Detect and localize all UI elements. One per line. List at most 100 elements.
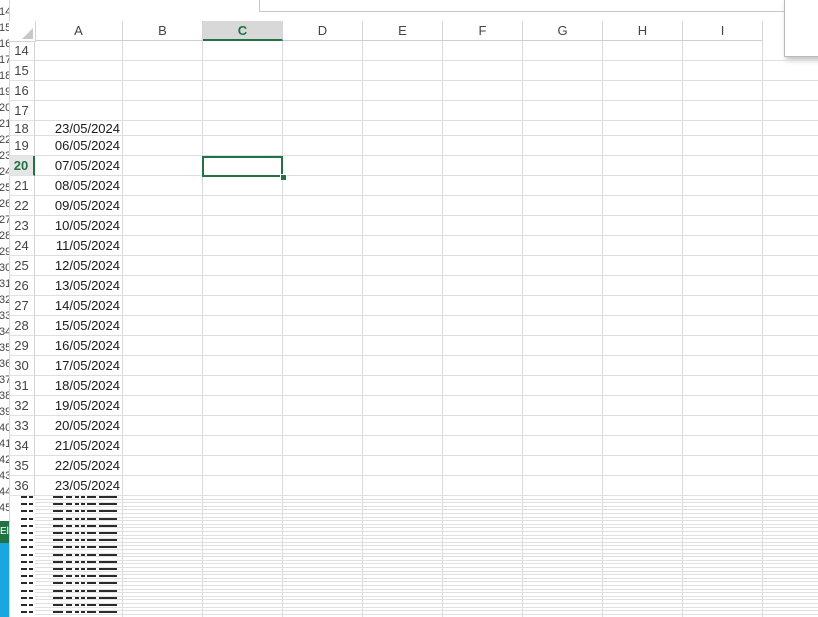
spreadsheet-grid[interactable]: ABCDEFGHI 14 15 16 17 18 23/05/2024 19 06/05/20…	[9, 21, 818, 617]
cell-a18[interactable]: 23/05/2024	[35, 121, 123, 136]
cell-a19[interactable]: 06/05/2024	[35, 136, 123, 156]
background-ribbon-text: El	[0, 526, 9, 537]
cell-a27[interactable]: 14/05/2024	[35, 296, 123, 316]
column-header-i[interactable]: I	[683, 21, 763, 41]
row-header-32[interactable]: 32	[9, 396, 35, 416]
glitch-row-line	[35, 595, 818, 597]
row-gridline	[35, 475, 818, 476]
fill-handle[interactable]	[280, 174, 287, 181]
column-header-a[interactable]: A	[35, 21, 123, 41]
row-header-19[interactable]: 19	[9, 136, 35, 156]
row-header-15[interactable]: 15	[9, 61, 35, 81]
cell-a25[interactable]: 12/05/2024	[35, 256, 123, 276]
glitch-text-fragment	[21, 517, 27, 520]
column-header-d[interactable]: D	[283, 21, 363, 41]
cell-a31[interactable]: 18/05/2024	[35, 376, 123, 396]
row-gridline	[35, 415, 818, 416]
cell-a23[interactable]: 10/05/2024	[35, 216, 123, 236]
cell-a14[interactable]	[35, 41, 123, 61]
cell-a15[interactable]	[35, 61, 123, 81]
cell-a22[interactable]: 09/05/2024	[35, 196, 123, 216]
row-gridline	[35, 80, 818, 81]
row-header-25[interactable]: 25	[9, 256, 35, 276]
row-gridline	[35, 100, 818, 101]
cell-a21[interactable]: 08/05/2024	[35, 176, 123, 196]
glitch-text-fragment	[29, 546, 33, 549]
glitch-row-line	[35, 574, 818, 576]
cell-a16[interactable]	[35, 81, 123, 101]
row-header-27[interactable]: 27	[9, 296, 35, 316]
row-gridline	[35, 120, 818, 121]
glitch-row-line	[35, 534, 818, 536]
glitch-text-fragment	[29, 575, 33, 578]
cell-a24[interactable]: 11/05/2024	[35, 236, 123, 256]
row-header-36[interactable]: 36	[9, 476, 35, 496]
glitch-text-fragment	[21, 611, 27, 614]
row-header-24[interactable]: 24	[9, 236, 35, 256]
glitch-row-line	[35, 559, 818, 561]
column-header-c[interactable]: C	[203, 21, 283, 41]
cell-a20[interactable]: 07/05/2024	[35, 156, 123, 176]
cell-a34[interactable]: 21/05/2024	[35, 436, 123, 456]
row-header-17[interactable]: 17	[9, 101, 35, 121]
column-header-g[interactable]: G	[523, 21, 603, 41]
background-blue-panel	[0, 543, 9, 617]
glitch-row-line	[35, 606, 818, 608]
row-header-26[interactable]: 26	[9, 276, 35, 296]
row-header-35[interactable]: 35	[9, 456, 35, 476]
glitch-row-line	[35, 563, 818, 565]
column-header-f[interactable]: F	[443, 21, 523, 41]
glitch-row-line	[35, 585, 818, 586]
glitch-row-line	[35, 516, 818, 518]
row-header-22[interactable]: 22	[9, 196, 35, 216]
active-cell-selection[interactable]	[202, 156, 283, 177]
row-header-21[interactable]: 21	[9, 176, 35, 196]
row-header-30[interactable]: 30	[9, 356, 35, 376]
glitch-text-fragment	[21, 604, 27, 606]
column-header-h[interactable]: H	[603, 21, 683, 41]
glitch-text-fragment	[21, 553, 27, 556]
glitch-row-line	[35, 592, 818, 594]
background-ribbon-tab[interactable]: El	[0, 521, 9, 543]
glitch-row-line	[35, 513, 818, 514]
cell-a33[interactable]: 20/05/2024	[35, 416, 123, 436]
glitch-text-fragment	[29, 517, 33, 520]
cell-a29[interactable]: 16/05/2024	[35, 336, 123, 356]
glitch-text-fragment	[21, 589, 27, 592]
cell-a26[interactable]: 13/05/2024	[35, 276, 123, 296]
cell-a28[interactable]: 15/05/2024	[35, 316, 123, 336]
row-header-29[interactable]: 29	[9, 336, 35, 356]
row-gridline	[35, 455, 818, 456]
row-header-16[interactable]: 16	[9, 81, 35, 101]
glitch-text-fragment	[21, 532, 27, 534]
cell-a35[interactable]: 22/05/2024	[35, 456, 123, 476]
row-gridline	[35, 155, 818, 156]
row-gridline	[35, 375, 818, 376]
glitch-text-fragment	[29, 560, 33, 563]
row-header-14[interactable]: 14	[9, 41, 35, 61]
glitch-row-line	[35, 538, 818, 540]
cell-a30[interactable]: 17/05/2024	[35, 356, 123, 376]
row-header-18[interactable]: 18	[9, 121, 35, 136]
row-header-20[interactable]: 20	[9, 156, 35, 176]
glitch-row-line	[35, 545, 818, 547]
row-header-23[interactable]: 23	[9, 216, 35, 236]
select-all-corner[interactable]	[9, 21, 36, 42]
row-header-31[interactable]: 31	[9, 376, 35, 396]
cell-a17[interactable]	[35, 101, 123, 121]
column-header-b[interactable]: B	[123, 21, 203, 41]
glitch-row-line	[35, 570, 818, 572]
column-header-e[interactable]: E	[363, 21, 443, 41]
glitch-row-line	[35, 552, 818, 554]
glitch-row-line	[35, 588, 818, 590]
cell-a36[interactable]: 23/05/2024	[35, 476, 123, 496]
row-header-34[interactable]: 34	[9, 436, 35, 456]
row-header-28[interactable]: 28	[9, 316, 35, 336]
cell-a32[interactable]: 19/05/2024	[35, 396, 123, 416]
row-gridline	[35, 275, 818, 276]
glitch-row-line	[35, 505, 818, 507]
row-header-33[interactable]: 33	[9, 416, 35, 436]
glitch-row-line	[35, 613, 818, 615]
glitch-text-fragment	[29, 510, 33, 513]
glitch-text-fragment	[29, 503, 33, 506]
